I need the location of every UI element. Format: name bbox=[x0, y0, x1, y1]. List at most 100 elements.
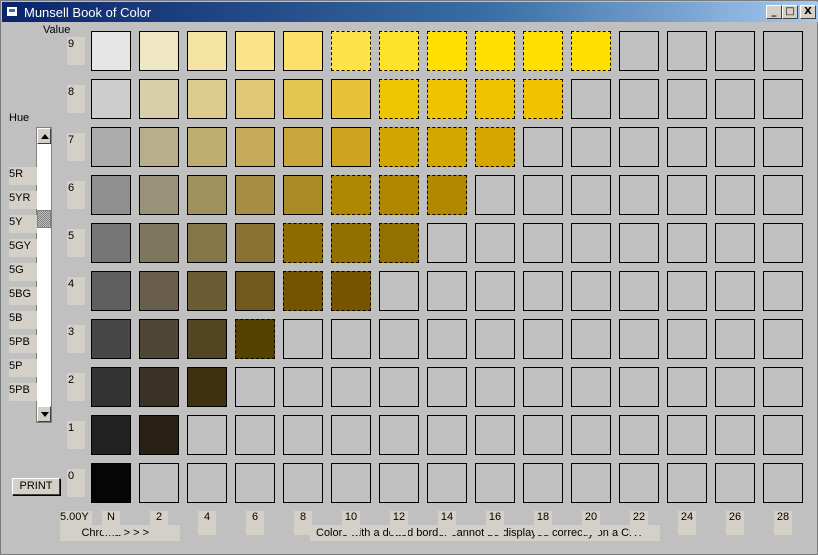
color-chip[interactable] bbox=[427, 175, 467, 215]
empty-chip[interactable] bbox=[715, 31, 755, 71]
color-chip[interactable] bbox=[235, 79, 275, 119]
empty-chip[interactable] bbox=[619, 271, 659, 311]
color-chip[interactable] bbox=[475, 31, 515, 71]
color-chip[interactable] bbox=[331, 79, 371, 119]
empty-chip[interactable] bbox=[379, 415, 419, 455]
empty-chip[interactable] bbox=[283, 319, 323, 359]
color-chip[interactable] bbox=[427, 31, 467, 71]
scroll-up-button[interactable] bbox=[37, 128, 51, 144]
empty-chip[interactable] bbox=[619, 463, 659, 503]
color-chip[interactable] bbox=[139, 367, 179, 407]
empty-chip[interactable] bbox=[667, 127, 707, 167]
color-chip[interactable] bbox=[331, 223, 371, 263]
empty-chip[interactable] bbox=[571, 415, 611, 455]
color-chip[interactable] bbox=[91, 31, 131, 71]
color-chip[interactable] bbox=[283, 31, 323, 71]
empty-chip[interactable] bbox=[283, 463, 323, 503]
empty-chip[interactable] bbox=[523, 175, 563, 215]
color-chip[interactable] bbox=[283, 271, 323, 311]
color-chip[interactable] bbox=[187, 223, 227, 263]
color-chip[interactable] bbox=[331, 127, 371, 167]
empty-chip[interactable] bbox=[475, 175, 515, 215]
color-chip[interactable] bbox=[331, 271, 371, 311]
color-chip[interactable] bbox=[523, 79, 563, 119]
empty-chip[interactable] bbox=[619, 175, 659, 215]
empty-chip[interactable] bbox=[283, 367, 323, 407]
empty-chip[interactable] bbox=[667, 31, 707, 71]
empty-chip[interactable] bbox=[715, 175, 755, 215]
color-chip[interactable] bbox=[139, 31, 179, 71]
empty-chip[interactable] bbox=[763, 367, 803, 407]
color-chip[interactable] bbox=[427, 79, 467, 119]
empty-chip[interactable] bbox=[331, 463, 371, 503]
empty-chip[interactable] bbox=[379, 367, 419, 407]
minimize-button[interactable]: _ bbox=[766, 5, 782, 19]
hue-scrollbar[interactable] bbox=[36, 127, 52, 423]
empty-chip[interactable] bbox=[523, 223, 563, 263]
color-chip[interactable] bbox=[427, 127, 467, 167]
color-chip[interactable] bbox=[187, 79, 227, 119]
empty-chip[interactable] bbox=[715, 127, 755, 167]
empty-chip[interactable] bbox=[523, 463, 563, 503]
color-chip[interactable] bbox=[331, 175, 371, 215]
empty-chip[interactable] bbox=[187, 415, 227, 455]
color-chip[interactable] bbox=[235, 319, 275, 359]
empty-chip[interactable] bbox=[235, 463, 275, 503]
empty-chip[interactable] bbox=[523, 127, 563, 167]
empty-chip[interactable] bbox=[667, 367, 707, 407]
empty-chip[interactable] bbox=[715, 79, 755, 119]
color-chip[interactable] bbox=[235, 271, 275, 311]
empty-chip[interactable] bbox=[427, 463, 467, 503]
empty-chip[interactable] bbox=[715, 319, 755, 359]
empty-chip[interactable] bbox=[235, 367, 275, 407]
empty-chip[interactable] bbox=[667, 463, 707, 503]
empty-chip[interactable] bbox=[475, 319, 515, 359]
color-chip[interactable] bbox=[235, 31, 275, 71]
color-chip[interactable] bbox=[331, 31, 371, 71]
empty-chip[interactable] bbox=[619, 415, 659, 455]
color-chip[interactable] bbox=[139, 79, 179, 119]
empty-chip[interactable] bbox=[763, 79, 803, 119]
empty-chip[interactable] bbox=[475, 463, 515, 503]
empty-chip[interactable] bbox=[571, 271, 611, 311]
empty-chip[interactable] bbox=[715, 415, 755, 455]
empty-chip[interactable] bbox=[619, 79, 659, 119]
empty-chip[interactable] bbox=[187, 463, 227, 503]
color-chip[interactable] bbox=[475, 79, 515, 119]
color-chip[interactable] bbox=[91, 463, 131, 503]
empty-chip[interactable] bbox=[715, 367, 755, 407]
color-chip[interactable] bbox=[283, 223, 323, 263]
empty-chip[interactable] bbox=[667, 175, 707, 215]
empty-chip[interactable] bbox=[667, 223, 707, 263]
color-chip[interactable] bbox=[139, 223, 179, 263]
empty-chip[interactable] bbox=[619, 223, 659, 263]
empty-chip[interactable] bbox=[475, 271, 515, 311]
empty-chip[interactable] bbox=[523, 271, 563, 311]
empty-chip[interactable] bbox=[763, 127, 803, 167]
empty-chip[interactable] bbox=[523, 415, 563, 455]
empty-chip[interactable] bbox=[139, 463, 179, 503]
scroll-down-button[interactable] bbox=[37, 406, 51, 422]
color-chip[interactable] bbox=[283, 175, 323, 215]
color-chip[interactable] bbox=[571, 31, 611, 71]
empty-chip[interactable] bbox=[331, 319, 371, 359]
empty-chip[interactable] bbox=[715, 271, 755, 311]
color-chip[interactable] bbox=[91, 367, 131, 407]
empty-chip[interactable] bbox=[667, 271, 707, 311]
empty-chip[interactable] bbox=[763, 271, 803, 311]
color-chip[interactable] bbox=[379, 79, 419, 119]
color-chip[interactable] bbox=[91, 175, 131, 215]
empty-chip[interactable] bbox=[475, 367, 515, 407]
empty-chip[interactable] bbox=[427, 223, 467, 263]
empty-chip[interactable] bbox=[427, 415, 467, 455]
color-chip[interactable] bbox=[379, 31, 419, 71]
empty-chip[interactable] bbox=[715, 223, 755, 263]
empty-chip[interactable] bbox=[571, 463, 611, 503]
color-chip[interactable] bbox=[187, 271, 227, 311]
color-chip[interactable] bbox=[139, 127, 179, 167]
color-chip[interactable] bbox=[475, 127, 515, 167]
empty-chip[interactable] bbox=[475, 415, 515, 455]
color-chip[interactable] bbox=[235, 127, 275, 167]
color-chip[interactable] bbox=[283, 79, 323, 119]
color-chip[interactable] bbox=[187, 31, 227, 71]
